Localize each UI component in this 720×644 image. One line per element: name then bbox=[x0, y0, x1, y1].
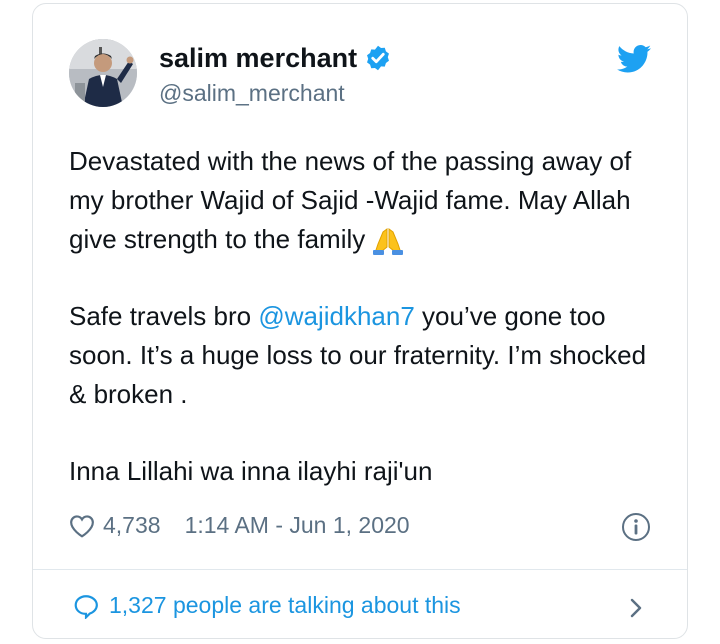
avatar[interactable] bbox=[69, 39, 137, 107]
like-count[interactable]: 4,738 bbox=[103, 512, 161, 539]
author-handle[interactable]: @salim_merchant bbox=[159, 79, 345, 107]
author-name[interactable]: salim merchant bbox=[159, 42, 357, 74]
mention-link[interactable]: @wajidkhan7 bbox=[258, 301, 414, 331]
verified-badge-icon bbox=[367, 45, 390, 71]
chevron-right-icon[interactable] bbox=[627, 596, 645, 620]
tweet-paragraph-3: Inna Lillahi wa inna ilayhi raji'un bbox=[69, 456, 433, 486]
tweet-card[interactable]: salim merchant @salim_merchant Devastate… bbox=[32, 3, 688, 639]
tweet-paragraph-1-text: Devastated with the news of the passing … bbox=[69, 146, 632, 254]
folded-hands-emoji bbox=[373, 228, 404, 256]
speech-bubble-icon bbox=[74, 594, 98, 619]
tweet-paragraph-1: Devastated with the news of the passing … bbox=[69, 142, 669, 259]
author-row[interactable]: salim merchant bbox=[159, 42, 392, 74]
twitter-bird-icon[interactable] bbox=[617, 44, 651, 74]
info-icon[interactable] bbox=[621, 512, 651, 542]
timestamp[interactable]: 1:14 AM - Jun 1, 2020 bbox=[185, 512, 410, 539]
conversation-link[interactable]: 1,327 people are talking about this bbox=[73, 592, 461, 619]
avatar-photo bbox=[69, 39, 137, 107]
divider bbox=[33, 569, 687, 570]
tweet-meta: 4,738 1:14 AM - Jun 1, 2020 bbox=[69, 512, 410, 539]
conversation-text[interactable]: 1,327 people are talking about this bbox=[109, 592, 461, 619]
tweet-text: Devastated with the news of the passing … bbox=[69, 142, 669, 491]
tweet-paragraph-2-before: Safe travels bro bbox=[69, 301, 259, 331]
tweet-paragraph-2: Safe travels bro @wajidkhan7 you’ve gone… bbox=[69, 297, 669, 414]
heart-icon[interactable] bbox=[69, 514, 95, 538]
